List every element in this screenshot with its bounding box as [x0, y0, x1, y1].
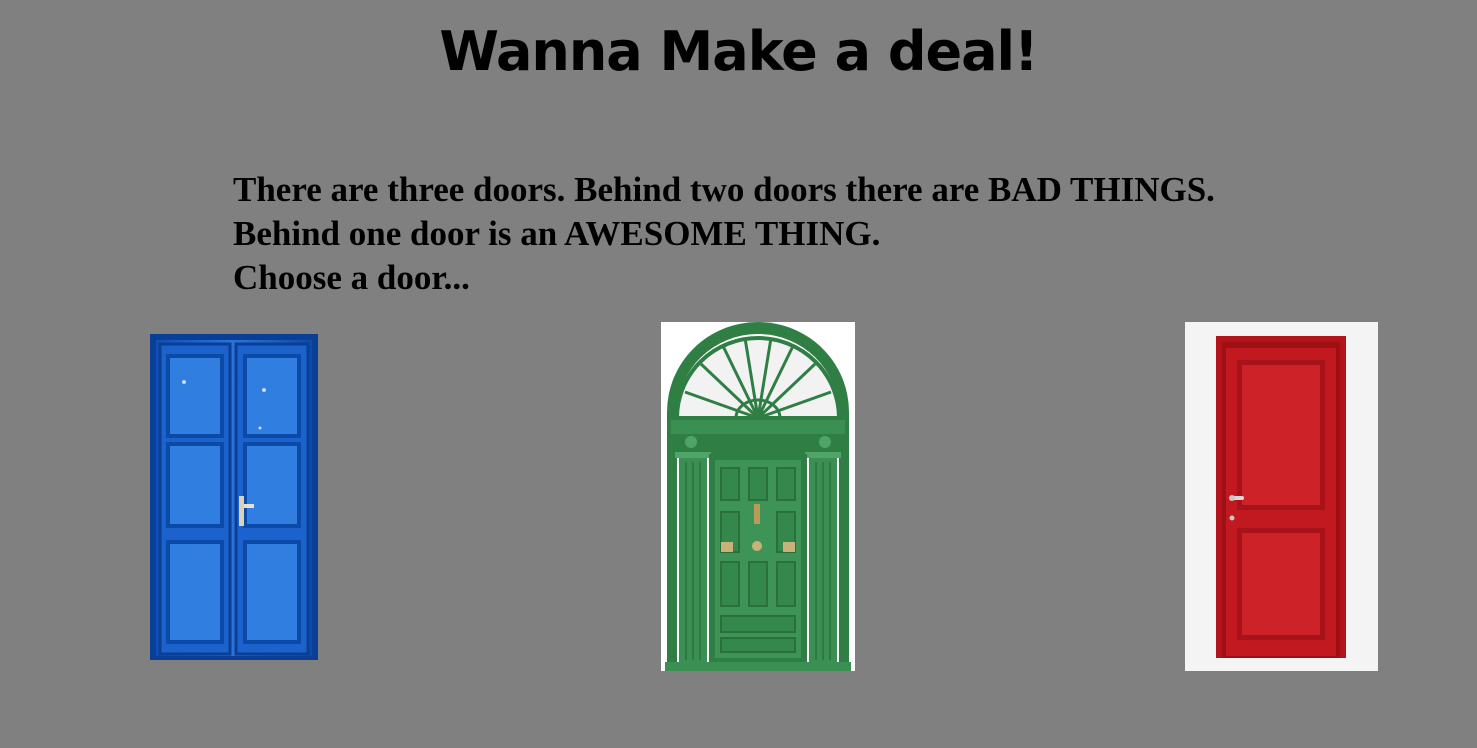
- green-door-icon: [661, 322, 855, 671]
- game-instructions: There are three doors. Behind two doors …: [233, 168, 1215, 300]
- instructions-line-1: There are three doors. Behind two doors …: [233, 170, 1215, 209]
- game-page: Wanna Make a deal! There are three doors…: [0, 0, 1477, 748]
- door-blue-button[interactable]: [146, 332, 322, 662]
- red-door-icon: [1185, 322, 1378, 671]
- instructions-line-3: Choose a door...: [233, 258, 470, 297]
- door-red-button[interactable]: [1185, 322, 1378, 671]
- instructions-line-2: Behind one door is an AWESOME THING.: [233, 214, 881, 253]
- blue-door-icon: [150, 334, 318, 660]
- page-title: Wanna Make a deal!: [439, 20, 1038, 83]
- door-green-button[interactable]: [661, 322, 855, 671]
